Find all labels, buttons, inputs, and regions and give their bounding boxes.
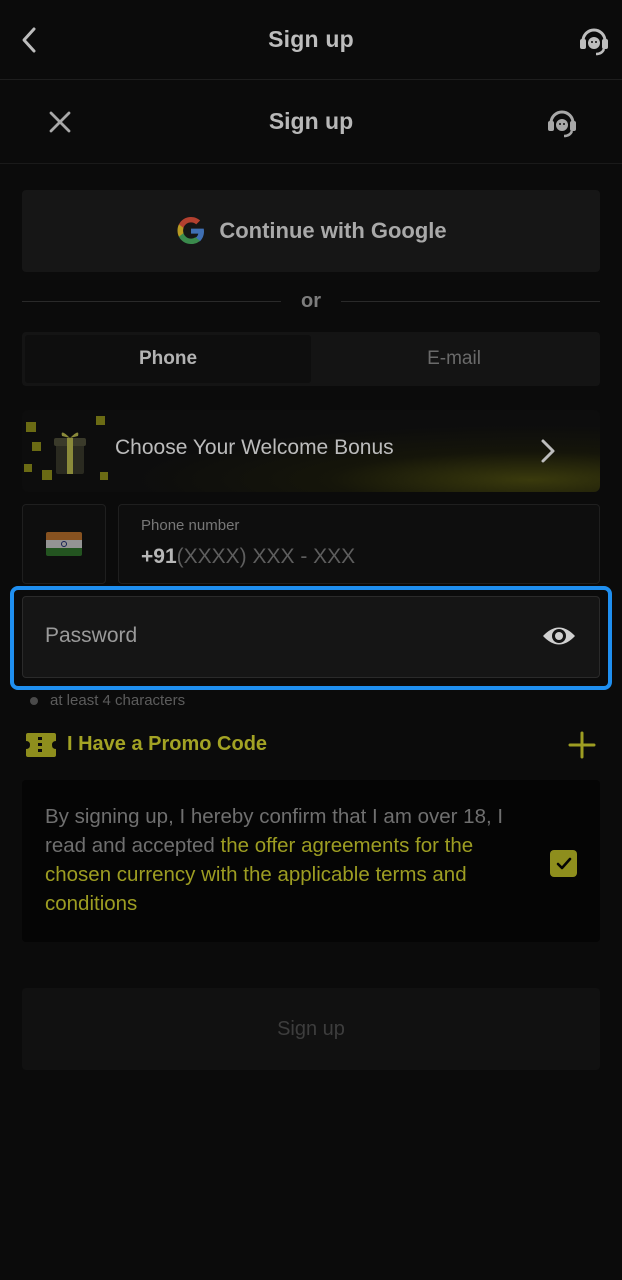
- or-divider: or: [22, 286, 600, 316]
- phone-number-input[interactable]: Phone number +91(XXXX) XXX - XXX: [118, 504, 600, 584]
- divider-line-left: [22, 300, 281, 302]
- back-button[interactable]: [14, 22, 44, 58]
- password-input[interactable]: Password: [22, 596, 600, 678]
- phone-number-label: Phone number: [141, 517, 240, 534]
- continue-with-google-button[interactable]: Continue with Google: [22, 190, 600, 272]
- promo-code-label: I Have a Promo Code: [67, 733, 268, 755]
- support-headset-icon: [580, 28, 608, 56]
- checkmark-icon: [556, 857, 571, 869]
- chevron-right-icon: [541, 439, 555, 463]
- decor-square: [96, 416, 105, 425]
- google-button-label: Continue with Google: [219, 218, 447, 243]
- tab-phone[interactable]: Phone: [25, 335, 311, 383]
- close-icon: [49, 111, 71, 133]
- bonus-label: Choose Your Welcome Bonus: [115, 436, 394, 459]
- welcome-bonus-banner[interactable]: Choose Your Welcome Bonus: [22, 410, 600, 492]
- decor-square: [26, 422, 36, 432]
- google-logo-icon: [177, 217, 205, 244]
- modal-support-button[interactable]: [542, 102, 582, 142]
- app-bar-title: Sign up: [268, 26, 354, 52]
- phone-placeholder: (XXXX) XXX - XXX: [176, 545, 356, 568]
- decor-square: [32, 442, 41, 451]
- country-selector[interactable]: [22, 504, 106, 584]
- hint-bullet: [30, 696, 38, 705]
- agreement-box: By signing up, I hereby confirm that I a…: [22, 780, 600, 942]
- back-arrow-icon: [22, 27, 36, 53]
- signup-method-tabs: Phone E-mail: [22, 332, 600, 386]
- support-headset-icon: [548, 110, 576, 138]
- password-hint-text: at least 4 characters: [50, 692, 186, 709]
- ticket-icon: [26, 733, 56, 757]
- phone-number-value: +91(XXXX) XXX - XXX: [141, 545, 355, 569]
- password-placeholder: Password: [45, 624, 138, 647]
- eye-icon[interactable]: [541, 621, 577, 651]
- india-flag-icon: [46, 532, 82, 556]
- sign-up-submit-button[interactable]: Sign up: [22, 988, 600, 1070]
- decor-square: [100, 472, 108, 480]
- signup-page: Sign up Sign up Continue with Google or …: [0, 0, 622, 1280]
- support-button[interactable]: [576, 22, 612, 58]
- decor-square: [24, 464, 32, 472]
- agreement-text: By signing up, I hereby confirm that I a…: [45, 802, 535, 918]
- close-button[interactable]: [42, 104, 78, 140]
- password-hint: at least 4 characters: [30, 692, 185, 709]
- tab-email[interactable]: E-mail: [311, 335, 597, 383]
- divider-text: or: [301, 289, 321, 312]
- app-bar: Sign up: [0, 0, 622, 80]
- modal-header: Sign up: [0, 80, 622, 164]
- agreement-checkbox[interactable]: [550, 850, 577, 877]
- modal-title: Sign up: [268, 108, 354, 134]
- plus-icon: [568, 731, 596, 759]
- country-code: +91: [141, 545, 177, 568]
- promo-code-toggle[interactable]: I Have a Promo Code: [22, 728, 600, 764]
- gift-icon: [54, 432, 86, 474]
- divider-line-right: [341, 300, 600, 302]
